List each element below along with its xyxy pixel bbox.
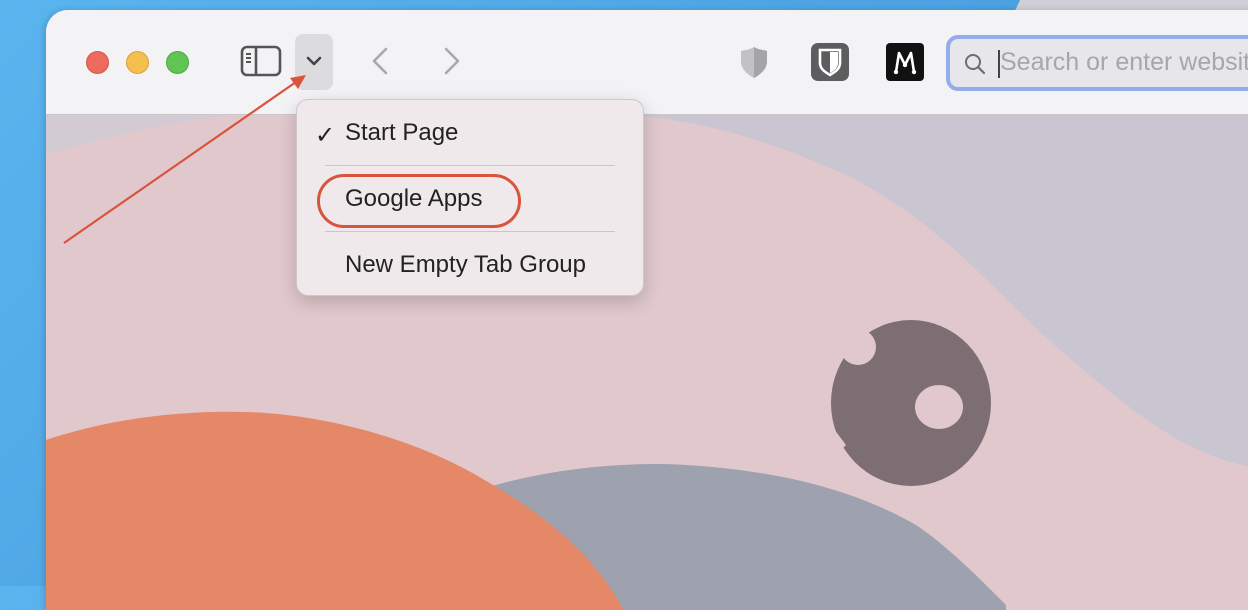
sidebar-icon: [240, 45, 282, 77]
toolbar: Search or enter website name: [46, 10, 1248, 115]
search-placeholder: Search or enter website name: [1000, 48, 1248, 76]
tab-group-button[interactable]: [295, 34, 333, 90]
menu-separator: [325, 231, 615, 232]
chevron-right-icon: [444, 47, 460, 75]
search-input[interactable]: Search or enter website name: [946, 35, 1248, 91]
start-page-content: [46, 115, 1248, 610]
maximize-button[interactable]: [166, 51, 189, 74]
search-icon: [965, 54, 986, 75]
checkmark-icon: ✓: [315, 122, 336, 149]
wallpaper-art: [46, 115, 1248, 610]
bitwarden-extension[interactable]: [811, 43, 849, 81]
bitwarden-shield-icon: [818, 48, 842, 77]
m-letter-icon: [893, 51, 917, 75]
menu-item-new-empty-tab-group[interactable]: New Empty Tab Group: [345, 251, 586, 279]
close-button[interactable]: [86, 51, 109, 74]
menu-item-start-page[interactable]: Start Page: [345, 119, 458, 147]
menu-separator: [325, 165, 615, 166]
chevron-down-icon: [306, 56, 322, 66]
chevron-left-icon: [372, 47, 388, 75]
safari-window: Search or enter website name: [46, 10, 1248, 610]
wallpaper-corner-wave: [46, 115, 226, 155]
privacy-shield-extension[interactable]: [735, 43, 773, 81]
m-extension[interactable]: [886, 43, 924, 81]
tab-group-menu: ✓ Start Page Google Apps New Empty Tab G…: [296, 99, 644, 296]
forward-button[interactable]: [438, 46, 464, 76]
menu-item-google-apps[interactable]: Google Apps: [345, 185, 482, 213]
minimize-button[interactable]: [126, 51, 149, 74]
sidebar-toggle-button[interactable]: [240, 45, 282, 77]
back-button[interactable]: [368, 46, 394, 76]
dark-planet-shape: [831, 320, 991, 490]
shield-icon: [741, 47, 767, 78]
